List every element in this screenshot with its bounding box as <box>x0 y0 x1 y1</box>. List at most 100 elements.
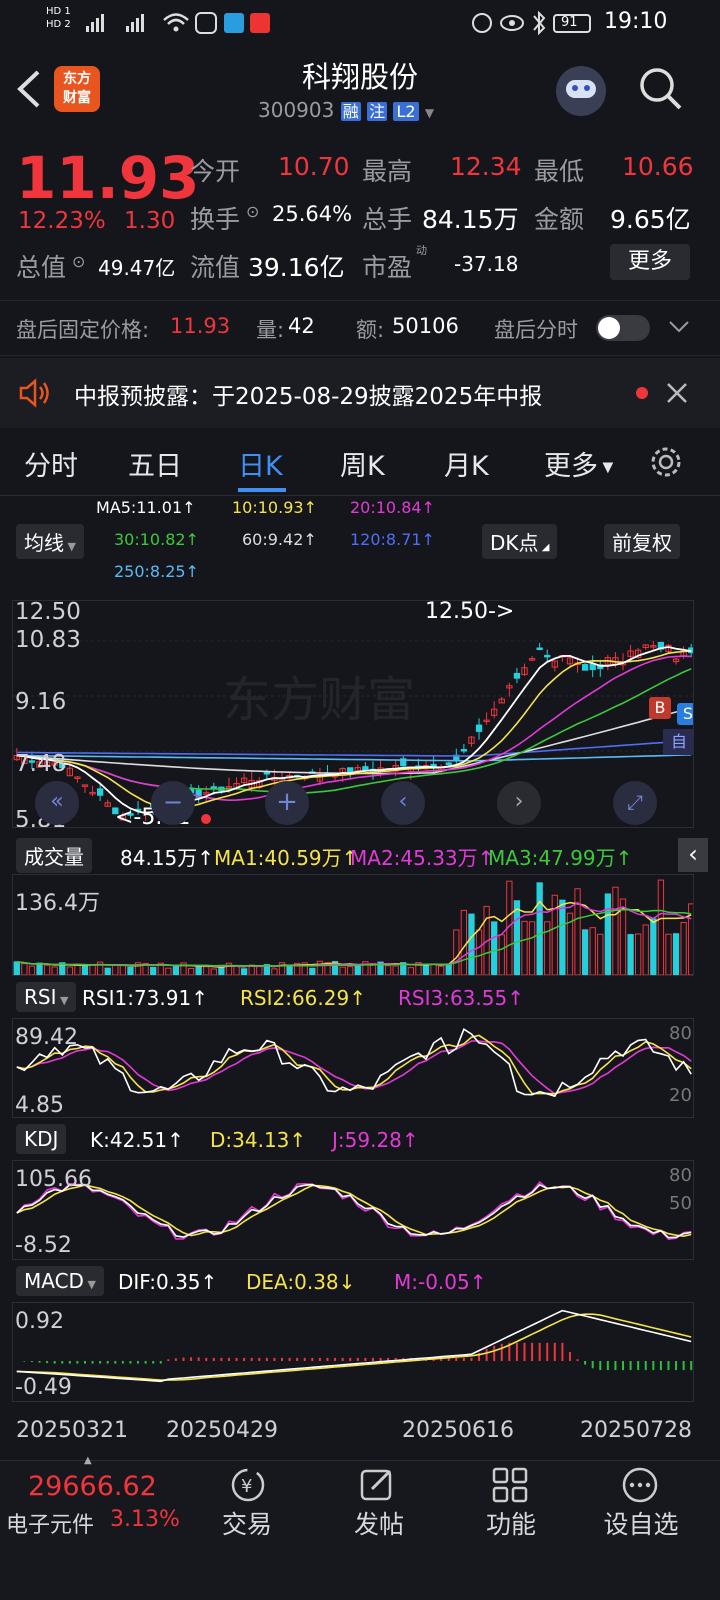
volume-bar <box>354 965 361 975</box>
ma5-value: MA5:11.01↑ <box>96 498 196 517</box>
kdj-svg <box>16 1180 692 1240</box>
tab-five-day[interactable]: 五日 <box>128 444 182 483</box>
ma-legend: MA5:11.01↑ 10:10.93↑ 20:10.84↑ 30:10.82↑… <box>0 496 720 592</box>
kdj-chart[interactable]: 105.66 -8.52 80 50 <box>12 1160 694 1260</box>
dropdown-icon[interactable]: ▼ <box>425 106 434 120</box>
volume-bar <box>680 922 687 975</box>
scroll-left-fast-icon[interactable]: « <box>35 781 79 825</box>
ma-select-button[interactable]: 均线 ▼ <box>16 524 84 559</box>
after-hours-vol: 42 <box>288 314 315 338</box>
buy-badge[interactable]: B <box>649 697 671 719</box>
turnover-value: 25.64% <box>272 202 353 226</box>
volume-indicator-button[interactable]: 成交量 <box>16 838 92 873</box>
volume-bar <box>453 929 460 975</box>
after-hours-row: 盘后固定价格: 11.93 量: 42 额: 50106 盘后分时 <box>0 300 720 356</box>
ma20-value: 20:10.84↑ <box>350 498 435 517</box>
functions-icon[interactable] <box>490 1465 530 1505</box>
self-select-badge[interactable]: 自 <box>663 729 693 755</box>
kdj-legend: KDJ K:42.51↑ D:34.13↑ J:59.28↑ <box>0 1122 720 1158</box>
close-icon[interactable] <box>666 382 688 404</box>
volume-bar <box>286 965 293 975</box>
volume-bar <box>104 967 111 975</box>
ma250-value: 250:8.25↑ <box>114 562 199 581</box>
notice-bar[interactable]: 中报预披露：于2025-08-29披露2025年中报 <box>0 358 720 428</box>
macd-chart[interactable]: 0.92 -0.49 <box>12 1302 694 1402</box>
adjust-price-button[interactable]: 前复权 <box>604 524 680 559</box>
tab-daily-k[interactable]: 日K <box>238 444 283 483</box>
search-icon[interactable] <box>638 66 684 112</box>
chevron-down-icon[interactable] <box>668 319 690 335</box>
sell-badge[interactable]: S <box>677 703 693 725</box>
volume-bar <box>81 965 89 975</box>
volume-bar <box>559 899 566 975</box>
collapse-panel-icon[interactable]: ‹ <box>678 838 708 872</box>
open-label: 今开 <box>190 157 241 186</box>
index-value[interactable]: 29666.62 <box>28 1471 157 1502</box>
period-tabs: 分时 五日 日K 周K 月K 更多 ▼ <box>0 430 720 496</box>
info-icon[interactable]: ⊙ <box>246 202 259 221</box>
nav-trade[interactable]: 交易 <box>192 1505 302 1541</box>
rsi-legend: RSI ▼ RSI1:73.91↑ RSI2:66.29↑ RSI3:63.55… <box>0 980 720 1016</box>
after-hours-toggle[interactable] <box>596 315 650 341</box>
volume-value: 84.15万 <box>422 205 519 234</box>
macd-m-value: M:-0.05↑ <box>394 1270 487 1294</box>
post-icon[interactable] <box>358 1465 398 1505</box>
tab-weekly-k[interactable]: 周K <box>340 444 385 483</box>
change-amount: 1.30 <box>124 208 176 234</box>
volume-bar <box>384 965 392 975</box>
volume-ma3: MA3:47.99万↑ <box>488 846 633 870</box>
macd-indicator-button[interactable]: MACD ▼ <box>16 1266 104 1296</box>
trade-icon[interactable]: ¥ <box>226 1465 270 1505</box>
volume-bar <box>172 964 180 975</box>
volume-legend: 成交量 84.15万↑ MA1:40.59万↑ MA2:45.33万↑ MA3:… <box>0 836 720 873</box>
volume-bar <box>233 965 240 975</box>
volume-bar <box>513 900 521 975</box>
stock-title: 科翔股份 <box>301 60 418 94</box>
volume-bar <box>589 927 596 975</box>
volume-bar <box>119 965 127 975</box>
volume-bar <box>392 965 399 975</box>
dk-point-button[interactable]: DK点 ◢ <box>482 524 558 559</box>
assistant-robot-icon[interactable] <box>556 66 606 116</box>
index-name[interactable]: 电子元件 <box>6 1507 94 1539</box>
scroll-left-icon[interactable]: ‹ <box>381 781 425 825</box>
nav-post[interactable]: 发帖 <box>324 1505 434 1541</box>
candle-body <box>460 749 468 752</box>
volume-bar <box>150 966 157 975</box>
volume-bar <box>672 933 680 975</box>
tab-more[interactable]: 更多 ▼ <box>544 444 613 483</box>
gear-icon[interactable] <box>648 444 684 480</box>
macd-svg <box>16 1309 693 1383</box>
more-button[interactable]: 更多 <box>610 244 690 280</box>
info-icon[interactable]: ⊙ <box>72 252 85 271</box>
rsi-chart[interactable]: 89.42 4.85 80 20 <box>12 1018 694 1118</box>
tab-monthly-k[interactable]: 月K <box>444 444 489 483</box>
candle-body <box>96 788 104 796</box>
zoom-out-icon[interactable]: − <box>151 781 195 825</box>
more-dots-icon[interactable] <box>620 1465 660 1505</box>
tab-intraday[interactable]: 分时 <box>24 444 78 483</box>
kline-chart[interactable]: 东方财富 12.50 10.83 9.16 7.48 5.81 12.50-> … <box>12 600 694 828</box>
scroll-right-icon[interactable]: › <box>497 781 541 825</box>
status-bar: HD 1 HD 2 91 19:10 <box>0 0 720 46</box>
after-hours-amt-label: 额: <box>356 318 385 342</box>
volume-bar <box>271 968 278 975</box>
stock-code-row: 300903 融 注 L2 ▼ <box>258 98 434 124</box>
volume-chart[interactable]: 136.4万 <box>12 874 694 976</box>
rsi-indicator-button[interactable]: RSI ▼ <box>16 982 77 1012</box>
zoom-in-icon[interactable]: + <box>265 781 309 825</box>
nav-add-watchlist[interactable]: 设自选 <box>586 1505 696 1541</box>
ma120-value: 120:8.71↑ <box>350 530 435 549</box>
nav-functions[interactable]: 功能 <box>456 1505 566 1541</box>
min-marker-dot <box>201 814 211 824</box>
badge-rong: 融 <box>340 102 361 121</box>
date-label: 20250728 <box>580 1418 692 1443</box>
clock: 19:10 <box>604 9 668 34</box>
volume-svg <box>13 879 693 975</box>
volume-y-top: 136.4万 <box>15 891 100 916</box>
float-value: 39.16亿 <box>248 253 345 282</box>
kdj-indicator-button[interactable]: KDJ <box>16 1124 67 1154</box>
rsi-svg <box>16 1027 692 1098</box>
float-label: 流值 <box>190 253 241 282</box>
fullscreen-icon[interactable]: ⤢ <box>613 781 657 825</box>
